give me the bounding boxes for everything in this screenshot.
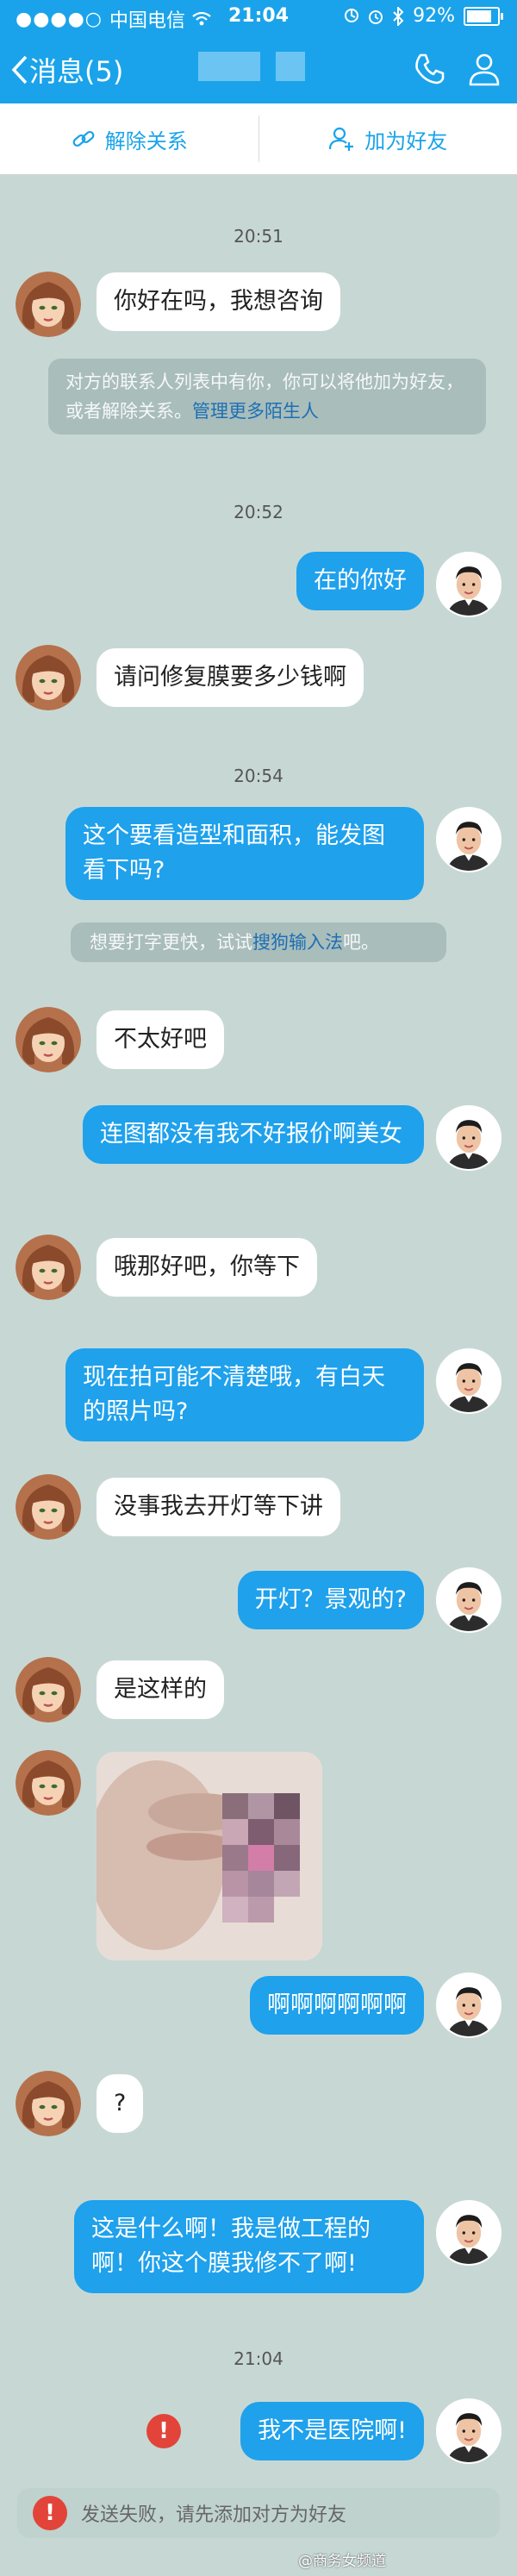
- back-label: 消息(5): [29, 55, 124, 88]
- redaction-block: [276, 52, 305, 81]
- signal-strength-icon: ●●●●○: [16, 8, 103, 30]
- photo-message[interactable]: [97, 1752, 322, 1960]
- avatar[interactable]: [16, 1474, 81, 1540]
- input-notice-text: 想要打字更快，试试: [90, 932, 252, 953]
- man-avatar-image: [438, 1350, 500, 1412]
- outgoing-message[interactable]: 连图都没有我不好报价啊美女: [83, 1105, 424, 1164]
- incoming-message[interactable]: 是这样的: [97, 1660, 224, 1719]
- incoming-message[interactable]: 你好在吗，我想咨询: [97, 272, 340, 331]
- man-avatar-image: [438, 1974, 500, 2036]
- avatar[interactable]: [16, 1657, 81, 1723]
- phone-icon[interactable]: [410, 50, 448, 88]
- incoming-message[interactable]: 请问修复膜要多少钱啊: [97, 648, 364, 707]
- avatar[interactable]: [436, 1348, 501, 1414]
- avatar[interactable]: [16, 272, 81, 337]
- timestamp: 20:54: [234, 766, 283, 786]
- bluetooth-icon: [393, 6, 404, 26]
- wifi-icon: [192, 11, 211, 26]
- battery-fill: [467, 9, 491, 22]
- redaction-block: [198, 52, 260, 81]
- clock: 21:04: [227, 5, 290, 27]
- send-failed-icon[interactable]: !: [146, 2414, 181, 2448]
- avatar[interactable]: [436, 1973, 501, 2038]
- blurred-photo: [97, 1752, 322, 1960]
- outgoing-message[interactable]: 这个要看造型和面积，能发图看下吗?: [65, 807, 424, 900]
- contact-name-redacted: [198, 52, 336, 86]
- avatar[interactable]: [436, 1567, 501, 1633]
- chevron-left-icon: [11, 55, 28, 84]
- man-avatar-image: [438, 553, 500, 616]
- woman-avatar-image: [16, 2071, 81, 2136]
- incoming-message[interactable]: 哦那好吧，你等下: [97, 1238, 317, 1297]
- incoming-message[interactable]: 不太好吧: [97, 1010, 224, 1069]
- manage-strangers-link[interactable]: 管理更多陌生人: [192, 401, 319, 422]
- outgoing-message[interactable]: 现在拍可能不清楚哦，有白天的照片吗?: [65, 1348, 424, 1441]
- timestamp: 21:04: [234, 2348, 283, 2369]
- watermark: @商务女频道: [298, 2553, 386, 2570]
- man-avatar-image: [438, 809, 500, 871]
- remove-relationship-label: 解除关系: [104, 128, 188, 153]
- outgoing-message[interactable]: 我不是医院啊!: [240, 2402, 424, 2460]
- woman-avatar-image: [16, 1007, 81, 1072]
- stranger-notice: 对方的联系人列表中有你，你可以将他加为好友，或者解除关系。管理更多陌生人: [48, 359, 486, 435]
- input-method-notice: 想要打字更快，试试搜狗输入法吧。: [71, 922, 446, 962]
- remove-relationship-button[interactable]: 解除关系: [0, 103, 258, 174]
- man-avatar-image: [438, 1569, 500, 1631]
- input-notice-suffix: 吧。: [343, 932, 379, 953]
- outgoing-message[interactable]: 开灯？景观的?: [237, 1571, 424, 1629]
- action-bar: 解除关系 加为好友: [0, 103, 517, 175]
- battery-percent: 92%: [413, 5, 455, 27]
- woman-avatar-image: [16, 1235, 81, 1300]
- avatar[interactable]: [436, 2200, 501, 2266]
- woman-avatar-image: [16, 1657, 81, 1723]
- man-avatar-image: [438, 2202, 500, 2264]
- woman-avatar-image: [16, 645, 81, 710]
- woman-avatar-image: [16, 272, 81, 337]
- send-failed-text: 发送失败，请先添加对方为好友: [81, 2504, 347, 2526]
- avatar[interactable]: [16, 1007, 81, 1072]
- avatar[interactable]: [436, 1105, 501, 1171]
- add-friend-label: 加为好友: [364, 128, 448, 153]
- avatar[interactable]: [436, 807, 501, 872]
- add-friend-button[interactable]: 加为好友: [259, 103, 517, 174]
- avatar[interactable]: [16, 1235, 81, 1300]
- status-bar: ●●●●○ 中国电信 21:04 92%: [0, 0, 517, 34]
- outgoing-message[interactable]: 在的你好: [296, 552, 424, 610]
- man-avatar-image: [438, 1107, 500, 1169]
- avatar[interactable]: [436, 2398, 501, 2464]
- error-icon: !: [33, 2496, 67, 2530]
- avatar[interactable]: [16, 2071, 81, 2136]
- back-button[interactable]: 消息(5): [10, 50, 123, 90]
- avatar[interactable]: [436, 552, 501, 617]
- location-icon: [345, 8, 359, 22]
- outgoing-message[interactable]: 啊啊啊啊啊啊: [250, 1976, 424, 2035]
- battery-icon: [464, 6, 503, 26]
- timestamp: 20:51: [234, 226, 283, 247]
- outgoing-message[interactable]: 这是什么啊！我是做工程的啊！你这个膜我修不了啊!: [74, 2200, 424, 2293]
- nav-bar: 消息(5): [0, 34, 517, 103]
- avatar[interactable]: [16, 1750, 81, 1816]
- woman-avatar-image: [16, 1474, 81, 1540]
- alarm-icon: [369, 9, 383, 24]
- timestamp: 20:52: [234, 502, 283, 522]
- woman-avatar-image: [16, 1750, 81, 1816]
- incoming-message[interactable]: 没事我去开灯等下讲: [97, 1478, 340, 1536]
- add-friend-icon: [329, 127, 354, 151]
- carrier-name: 中国电信: [109, 10, 185, 32]
- avatar[interactable]: [16, 645, 81, 710]
- sogou-input-link[interactable]: 搜狗输入法: [252, 932, 343, 953]
- send-failed-banner[interactable]: ! 发送失败，请先添加对方为好友: [17, 2488, 500, 2538]
- incoming-message[interactable]: ?: [97, 2074, 144, 2133]
- person-icon[interactable]: [465, 50, 503, 88]
- unlink-icon: [72, 130, 95, 147]
- man-avatar-image: [438, 2400, 500, 2462]
